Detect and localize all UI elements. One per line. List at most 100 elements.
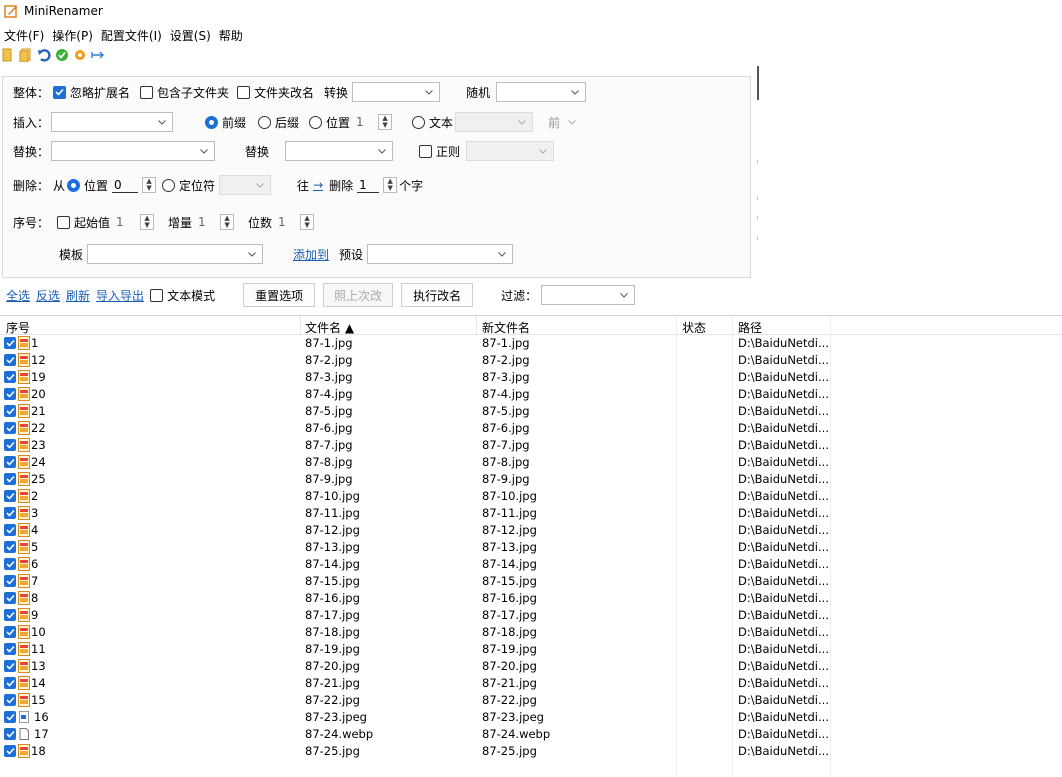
row-checkbox[interactable] bbox=[4, 439, 16, 451]
regex-combo[interactable] bbox=[466, 141, 555, 161]
menu-operation[interactable]: 操作(P) bbox=[48, 27, 97, 44]
column-separator[interactable] bbox=[300, 316, 301, 335]
prefix-radio[interactable] bbox=[205, 115, 218, 129]
table-row[interactable]: 9 87-17.jpg 87-17.jpg D:\BaiduNetdi... bbox=[0, 607, 1062, 624]
regex-checkbox[interactable] bbox=[419, 144, 433, 158]
header-newname[interactable]: 新文件名 bbox=[482, 319, 530, 336]
table-row[interactable]: 15 87-22.jpg 87-22.jpg D:\BaiduNetdi... bbox=[0, 692, 1062, 709]
table-row[interactable]: 6 87-14.jpg 87-14.jpg D:\BaiduNetdi... bbox=[0, 556, 1062, 573]
header-seq[interactable]: 序号 bbox=[6, 319, 30, 336]
text-mode-checkbox[interactable] bbox=[150, 288, 164, 302]
execute-rename-button[interactable]: 执行改名 bbox=[401, 283, 474, 307]
repeat-last-button[interactable]: 照上次改 bbox=[323, 283, 394, 307]
table-row[interactable]: 19 87-3.jpg 87-3.jpg D:\BaiduNetdi... bbox=[0, 369, 1062, 386]
row-checkbox[interactable] bbox=[4, 643, 16, 655]
include-sub-checkbox[interactable] bbox=[140, 85, 154, 99]
table-row[interactable]: 1 87-1.jpg 87-1.jpg D:\BaiduNetdi... bbox=[0, 335, 1062, 352]
row-checkbox[interactable] bbox=[4, 337, 16, 349]
row-checkbox[interactable] bbox=[4, 490, 16, 502]
header-status[interactable]: 状态 bbox=[682, 319, 706, 336]
row-checkbox[interactable] bbox=[4, 354, 16, 366]
row-checkbox[interactable] bbox=[4, 456, 16, 468]
locator-radio[interactable] bbox=[162, 178, 176, 192]
menu-settings[interactable]: 设置(S) bbox=[166, 27, 215, 44]
row-checkbox[interactable] bbox=[4, 405, 16, 417]
start-value-spinner[interactable]: 1 ▲ ▼ bbox=[114, 213, 155, 231]
find-combo[interactable] bbox=[51, 141, 215, 161]
row-checkbox[interactable] bbox=[4, 711, 16, 723]
invert-selection-link[interactable]: 反选 bbox=[36, 287, 60, 304]
table-row[interactable]: 8 87-16.jpg 87-16.jpg D:\BaiduNetdi... bbox=[0, 590, 1062, 607]
table-row[interactable]: 2 87-10.jpg 87-10.jpg D:\BaiduNetdi... bbox=[0, 488, 1062, 505]
delete-count-spinner[interactable]: 1 ▲ ▼ bbox=[357, 176, 398, 194]
row-checkbox[interactable] bbox=[4, 660, 16, 672]
convert-combo[interactable] bbox=[352, 82, 441, 102]
row-checkbox[interactable] bbox=[4, 626, 16, 638]
delete-position-spinner[interactable]: 0 ▲ ▼ bbox=[112, 176, 157, 194]
refresh-link[interactable]: 刷新 bbox=[66, 287, 90, 304]
insert-position-spinner[interactable]: 1 ▲ ▼ bbox=[354, 113, 393, 131]
table-row[interactable]: 20 87-4.jpg 87-4.jpg D:\BaiduNetdi... bbox=[0, 386, 1062, 403]
start-value-checkbox[interactable] bbox=[57, 215, 70, 229]
table-row[interactable]: 23 87-7.jpg 87-7.jpg D:\BaiduNetdi... bbox=[0, 437, 1062, 454]
step-spinner[interactable]: 1 ▲ ▼ bbox=[196, 213, 235, 231]
header-filename[interactable]: 文件名 ▲ bbox=[305, 319, 354, 336]
spinner-arrows-icon[interactable]: ▲ ▼ bbox=[142, 177, 157, 193]
row-checkbox[interactable] bbox=[4, 728, 16, 740]
row-checkbox[interactable] bbox=[4, 473, 16, 485]
folder-rename-checkbox[interactable] bbox=[237, 85, 251, 99]
menu-config[interactable]: 配置文件(I) bbox=[97, 27, 166, 44]
preset-combo[interactable] bbox=[367, 244, 514, 264]
table-row[interactable]: 18 87-25.jpg 87-25.jpg D:\BaiduNetdi... bbox=[0, 743, 1062, 760]
table-row[interactable]: 14 87-21.jpg 87-21.jpg D:\BaiduNetdi... bbox=[0, 675, 1062, 692]
add-to-link[interactable]: 添加到 bbox=[293, 246, 329, 263]
splitter-handle[interactable] bbox=[757, 66, 759, 100]
table-row[interactable]: 13 87-20.jpg 87-20.jpg D:\BaiduNetdi... bbox=[0, 658, 1062, 675]
menu-file[interactable]: 文件(F) bbox=[0, 27, 48, 44]
row-checkbox[interactable] bbox=[4, 745, 16, 757]
table-row[interactable]: 25 87-9.jpg 87-9.jpg D:\BaiduNetdi... bbox=[0, 471, 1062, 488]
replace-combo[interactable] bbox=[285, 141, 394, 161]
table-row[interactable]: 22 87-6.jpg 87-6.jpg D:\BaiduNetdi... bbox=[0, 420, 1062, 437]
spinner-arrows-icon[interactable]: ▲ ▼ bbox=[140, 214, 155, 230]
ok-icon[interactable] bbox=[54, 48, 69, 63]
spinner-arrows-icon[interactable]: ▲ ▼ bbox=[300, 214, 315, 230]
table-row[interactable]: 4 87-12.jpg 87-12.jpg D:\BaiduNetdi... bbox=[0, 522, 1062, 539]
locator-combo[interactable] bbox=[219, 175, 272, 195]
random-combo[interactable] bbox=[496, 82, 587, 102]
row-checkbox[interactable] bbox=[4, 524, 16, 536]
table-row[interactable]: 24 87-8.jpg 87-8.jpg D:\BaiduNetdi... bbox=[0, 454, 1062, 471]
table-row[interactable]: 17 87-24.webp 87-24.webp D:\BaiduNetdi... bbox=[0, 726, 1062, 743]
row-checkbox[interactable] bbox=[4, 558, 16, 570]
row-checkbox[interactable] bbox=[4, 388, 16, 400]
header-path[interactable]: 路径 bbox=[738, 319, 762, 336]
spinner-arrows-icon[interactable]: ▲ ▼ bbox=[383, 177, 398, 193]
import-export-link[interactable]: 导入导出 bbox=[96, 287, 144, 304]
row-checkbox[interactable] bbox=[4, 422, 16, 434]
table-row[interactable]: 16 87-23.jpeg 87-23.jpeg D:\BaiduNetdi... bbox=[0, 709, 1062, 726]
row-checkbox[interactable] bbox=[4, 371, 16, 383]
delete-position-radio[interactable] bbox=[67, 178, 81, 192]
table-row[interactable]: 7 87-15.jpg 87-15.jpg D:\BaiduNetdi... bbox=[0, 573, 1062, 590]
direction-arrow-link[interactable]: → bbox=[313, 178, 323, 192]
insert-position-radio[interactable] bbox=[309, 115, 323, 129]
row-checkbox[interactable] bbox=[4, 507, 16, 519]
table-row[interactable]: 12 87-2.jpg 87-2.jpg D:\BaiduNetdi... bbox=[0, 352, 1062, 369]
open-icon[interactable] bbox=[0, 48, 15, 63]
folder-icon[interactable] bbox=[18, 48, 33, 63]
insert-combo[interactable] bbox=[51, 112, 173, 132]
direction-combo[interactable]: 前 bbox=[541, 112, 584, 132]
menu-help[interactable]: 帮助 bbox=[215, 27, 247, 44]
ignore-ext-checkbox[interactable] bbox=[53, 85, 66, 99]
table-row[interactable]: 3 87-11.jpg 87-11.jpg D:\BaiduNetdi... bbox=[0, 505, 1062, 522]
undo-icon[interactable] bbox=[36, 48, 51, 63]
text-combo[interactable] bbox=[455, 112, 534, 132]
filter-combo[interactable] bbox=[541, 285, 636, 305]
row-checkbox[interactable] bbox=[4, 575, 16, 587]
digits-spinner[interactable]: 1 ▲ ▼ bbox=[276, 213, 315, 231]
table-row[interactable]: 21 87-5.jpg 87-5.jpg D:\BaiduNetdi... bbox=[0, 403, 1062, 420]
spinner-arrows-icon[interactable]: ▲ ▼ bbox=[378, 114, 393, 130]
row-checkbox[interactable] bbox=[4, 592, 16, 604]
table-row[interactable]: 10 87-18.jpg 87-18.jpg D:\BaiduNetdi... bbox=[0, 624, 1062, 641]
column-separator[interactable] bbox=[476, 316, 477, 335]
